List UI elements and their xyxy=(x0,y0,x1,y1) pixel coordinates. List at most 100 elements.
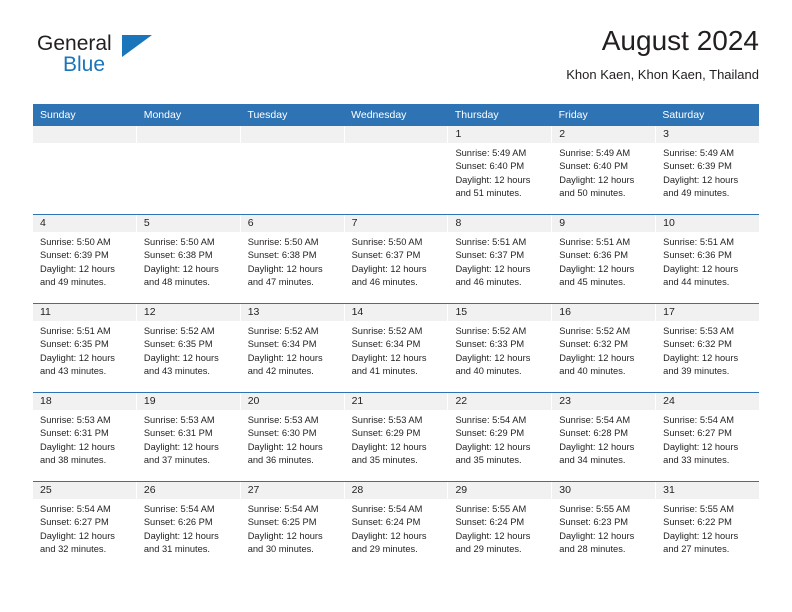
day-cell[interactable]: 13 Sunrise: 5:52 AM Sunset: 6:34 PM Dayligh… xyxy=(240,304,345,392)
calendar-weeks: 1 Sunrise: 5:49 AM Sunset: 6:40 PM Daylight… xyxy=(33,126,760,570)
daylight-text-line2: and 41 minutes. xyxy=(351,366,418,377)
day-cell[interactable]: 12 Sunrise: 5:52 AM Sunset: 6:35 PM Dayligh… xyxy=(136,304,241,392)
daylight-text-line1: Daylight: 12 hours xyxy=(247,352,323,363)
daylight-text-line1: Daylight: 12 hours xyxy=(559,530,635,541)
daylight-text-line2: and 49 minutes. xyxy=(40,277,107,288)
day-details: Sunrise: 5:50 AM Sunset: 6:39 PM Daylight:… xyxy=(33,232,136,290)
sunset-text: Sunset: 6:35 PM xyxy=(143,339,213,350)
day-cell[interactable]: 20 Sunrise: 5:53 AM Sunset: 6:30 PM Dayligh… xyxy=(240,393,345,481)
day-cell[interactable]: 5 Sunrise: 5:50 AM Sunset: 6:38 PM Daylight… xyxy=(136,215,241,303)
sunset-text: Sunset: 6:36 PM xyxy=(663,250,732,261)
day-cell[interactable]: 29 Sunrise: 5:55 AM Sunset: 6:24 PM Dayligh… xyxy=(448,482,553,570)
sunrise-text: Sunrise: 5:50 AM xyxy=(143,237,215,247)
sunset-text: Sunset: 6:37 PM xyxy=(455,250,525,261)
daylight-text-line1: Daylight: 12 hours xyxy=(40,530,115,541)
daylight-text-line2: and 39 minutes. xyxy=(663,366,730,377)
day-cell[interactable]: 9 Sunrise: 5:51 AM Sunset: 6:36 PM Daylight… xyxy=(552,215,657,303)
day-details: Sunrise: 5:54 AM Sunset: 6:28 PM Daylight:… xyxy=(552,410,655,468)
day-cell[interactable]: 10 Sunrise: 5:51 AM Sunset: 6:36 PM Dayligh… xyxy=(656,215,760,303)
day-number: 10 xyxy=(656,215,760,232)
sunset-text: Sunset: 6:28 PM xyxy=(559,428,629,439)
day-cell[interactable]: 16 Sunrise: 5:52 AM Sunset: 6:32 PM Dayligh… xyxy=(552,304,657,392)
daylight-text-line2: and 33 minutes. xyxy=(663,455,730,466)
day-cell[interactable]: 14 Sunrise: 5:52 AM Sunset: 6:34 PM Dayligh… xyxy=(344,304,449,392)
sunrise-text: Sunrise: 5:53 AM xyxy=(351,415,423,425)
triangle-icon xyxy=(122,35,152,57)
calendar-week-row: 4 Sunrise: 5:50 AM Sunset: 6:39 PM Daylight… xyxy=(33,214,760,303)
sunrise-text: Sunrise: 5:50 AM xyxy=(247,237,319,247)
day-details: Sunrise: 5:52 AM Sunset: 6:34 PM Daylight:… xyxy=(241,321,344,379)
day-cell[interactable]: 31 Sunrise: 5:55 AM Sunset: 6:22 PM Dayligh… xyxy=(656,482,760,570)
day-number: 19 xyxy=(136,393,240,410)
day-number: 3 xyxy=(656,126,760,143)
sunrise-text: Sunrise: 5:54 AM xyxy=(143,504,215,514)
weekday-header-row: Sunday Monday Tuesday Wednesday Thursday Frid… xyxy=(33,104,759,126)
day-cell[interactable]: 18 Sunrise: 5:53 AM Sunset: 6:31 PM Dayligh… xyxy=(33,393,137,481)
daylight-text-line1: Daylight: 12 hours xyxy=(559,263,635,274)
sunrise-text: Sunrise: 5:51 AM xyxy=(455,237,527,247)
day-details: Sunrise: 5:53 AM Sunset: 6:29 PM Daylight:… xyxy=(345,410,448,468)
daylight-text-line2: and 29 minutes. xyxy=(351,544,418,555)
sunset-text: Sunset: 6:22 PM xyxy=(663,517,732,528)
sunset-text: Sunset: 6:29 PM xyxy=(351,428,421,439)
sunset-text: Sunset: 6:27 PM xyxy=(663,428,732,439)
sunrise-text: Sunrise: 5:54 AM xyxy=(351,504,423,514)
day-cell[interactable]: 22 Sunrise: 5:54 AM Sunset: 6:29 PM Dayligh… xyxy=(448,393,553,481)
day-cell[interactable]: 4 Sunrise: 5:50 AM Sunset: 6:39 PM Daylight… xyxy=(33,215,137,303)
sunrise-text: Sunrise: 5:52 AM xyxy=(143,326,215,336)
day-cell[interactable]: 8 Sunrise: 5:51 AM Sunset: 6:37 PM Daylight… xyxy=(448,215,553,303)
day-cell-empty xyxy=(344,126,449,214)
day-cell[interactable]: 26 Sunrise: 5:54 AM Sunset: 6:26 PM Dayligh… xyxy=(136,482,241,570)
weekday-header-sunday: Sunday xyxy=(40,109,76,121)
daylight-text-line1: Daylight: 12 hours xyxy=(351,530,427,541)
daylight-text-line1: Daylight: 12 hours xyxy=(455,352,531,363)
day-details: Sunrise: 5:52 AM Sunset: 6:35 PM Daylight:… xyxy=(137,321,240,379)
daylight-text-line1: Daylight: 12 hours xyxy=(351,263,427,274)
day-cell[interactable]: 6 Sunrise: 5:50 AM Sunset: 6:38 PM Daylight… xyxy=(240,215,345,303)
day-cell[interactable]: 15 Sunrise: 5:52 AM Sunset: 6:33 PM Dayligh… xyxy=(448,304,553,392)
day-number xyxy=(33,126,136,143)
day-cell[interactable]: 21 Sunrise: 5:53 AM Sunset: 6:29 PM Dayligh… xyxy=(344,393,449,481)
sunrise-text: Sunrise: 5:49 AM xyxy=(559,148,631,158)
sunrise-text: Sunrise: 5:50 AM xyxy=(40,237,111,247)
day-cell[interactable]: 17 Sunrise: 5:53 AM Sunset: 6:32 PM Dayligh… xyxy=(656,304,760,392)
day-number: 31 xyxy=(656,482,760,499)
day-details: Sunrise: 5:54 AM Sunset: 6:25 PM Daylight:… xyxy=(241,499,344,557)
sunset-text: Sunset: 6:39 PM xyxy=(40,250,109,261)
sunrise-text: Sunrise: 5:49 AM xyxy=(663,148,734,158)
day-cell[interactable]: 30 Sunrise: 5:55 AM Sunset: 6:23 PM Dayligh… xyxy=(552,482,657,570)
day-cell[interactable]: 23 Sunrise: 5:54 AM Sunset: 6:28 PM Dayligh… xyxy=(552,393,657,481)
day-number: 1 xyxy=(448,126,552,143)
day-cell[interactable]: 1 Sunrise: 5:49 AM Sunset: 6:40 PM Daylight… xyxy=(448,126,553,214)
page-header: General Blue August 2024 Khon Kaen, Khon… xyxy=(33,24,759,98)
day-details: Sunrise: 5:54 AM Sunset: 6:29 PM Daylight:… xyxy=(448,410,551,468)
day-cell[interactable]: 27 Sunrise: 5:54 AM Sunset: 6:25 PM Dayligh… xyxy=(240,482,345,570)
daylight-text-line2: and 51 minutes. xyxy=(455,188,522,199)
day-cell[interactable]: 7 Sunrise: 5:50 AM Sunset: 6:37 PM Daylight… xyxy=(344,215,449,303)
sunrise-text: Sunrise: 5:52 AM xyxy=(351,326,423,336)
day-details: Sunrise: 5:53 AM Sunset: 6:31 PM Daylight:… xyxy=(33,410,136,468)
brand-logo[interactable]: General Blue xyxy=(33,32,163,84)
daylight-text-line1: Daylight: 12 hours xyxy=(663,441,739,452)
day-cell[interactable]: 3 Sunrise: 5:49 AM Sunset: 6:39 PM Daylight… xyxy=(656,126,760,214)
day-cell[interactable]: 28 Sunrise: 5:54 AM Sunset: 6:24 PM Dayligh… xyxy=(344,482,449,570)
day-cell-empty xyxy=(33,126,137,214)
sunset-text: Sunset: 6:25 PM xyxy=(247,517,317,528)
day-cell[interactable]: 25 Sunrise: 5:54 AM Sunset: 6:27 PM Dayligh… xyxy=(33,482,137,570)
day-cell[interactable]: 24 Sunrise: 5:54 AM Sunset: 6:27 PM Dayligh… xyxy=(656,393,760,481)
day-cell[interactable]: 2 Sunrise: 5:49 AM Sunset: 6:40 PM Daylight… xyxy=(552,126,657,214)
day-cell[interactable]: 11 Sunrise: 5:51 AM Sunset: 6:35 PM Dayligh… xyxy=(33,304,137,392)
day-number: 5 xyxy=(136,215,240,232)
daylight-text-line2: and 40 minutes. xyxy=(559,366,626,377)
sunrise-text: Sunrise: 5:54 AM xyxy=(559,415,631,425)
day-number: 24 xyxy=(656,393,760,410)
day-number: 28 xyxy=(344,482,448,499)
daylight-text-line2: and 46 minutes. xyxy=(455,277,522,288)
day-details: Sunrise: 5:51 AM Sunset: 6:36 PM Daylight:… xyxy=(552,232,655,290)
day-number: 12 xyxy=(136,304,240,321)
daylight-text-line1: Daylight: 12 hours xyxy=(143,530,219,541)
daylight-text-line2: and 46 minutes. xyxy=(351,277,418,288)
day-number: 14 xyxy=(344,304,448,321)
day-cell[interactable]: 19 Sunrise: 5:53 AM Sunset: 6:31 PM Dayligh… xyxy=(136,393,241,481)
daylight-text-line1: Daylight: 12 hours xyxy=(40,441,115,452)
